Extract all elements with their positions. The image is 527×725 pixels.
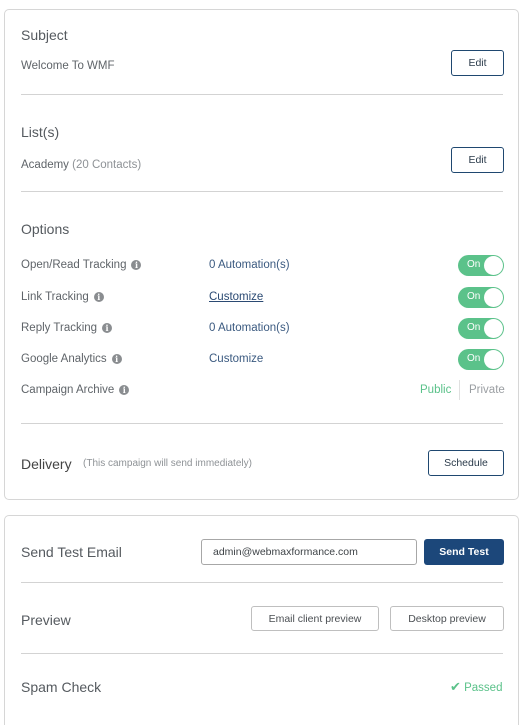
google-analytics-customize-link[interactable]: Customize [209,353,263,365]
preview-heading: Preview [21,612,71,628]
toggle-knob [484,256,503,275]
spam-check-status-text: Passed [464,682,503,694]
test-email-input[interactable] [201,539,417,565]
option-label-reply-tracking: Reply Tracking i [21,322,113,334]
divider [21,653,503,654]
link-tracking-customize-link[interactable]: Customize [209,291,263,303]
send-test-button[interactable]: Send Test [424,539,504,565]
list-contact-count: (20 Contacts) [72,159,142,171]
link-tracking-toggle[interactable]: On [458,287,504,308]
toggle-knob [484,288,503,307]
option-label-open-read-tracking: Open/Read Tracking i [21,259,142,271]
email-client-preview-button[interactable]: Email client preview [251,606,379,631]
checkmark-icon: ✔ [450,679,461,694]
option-label-link-tracking: Link Tracking i [21,291,104,303]
open-read-automations-link[interactable]: 0 Automation(s) [209,259,290,271]
schedule-button[interactable]: Schedule [428,450,504,476]
option-label-google-analytics: Google Analytics i [21,353,122,365]
info-icon[interactable]: i [111,354,122,364]
info-icon[interactable]: i [119,385,130,395]
toggle-knob [484,319,503,338]
spam-check-heading: Spam Check [21,679,102,695]
open-read-tracking-toggle[interactable]: On [458,255,504,276]
edit-lists-button[interactable]: Edit [451,147,504,173]
divider [21,582,503,583]
list-value: Academy (20 Contacts) [21,159,141,171]
divider [21,191,503,192]
spam-check-status: ✔ Passed [450,679,502,695]
test-preview-card: Send Test Email Send Test Preview Email … [4,515,519,725]
info-icon[interactable]: i [93,292,104,302]
reply-tracking-toggle[interactable]: On [458,318,504,339]
archive-public-option[interactable]: Public [420,384,451,396]
desktop-preview-button[interactable]: Desktop preview [390,606,504,631]
toggle-knob [484,350,503,369]
campaign-settings-card: Subject Welcome To WMF Edit List(s) Acad… [4,9,519,500]
delivery-heading: Delivery [21,456,72,472]
delivery-note: (This campaign will send immediately) [83,458,252,469]
list-name: Academy [21,159,69,171]
options-heading: Options [21,221,70,237]
info-icon[interactable]: i [131,260,142,270]
lists-heading: List(s) [21,124,60,140]
edit-subject-button[interactable]: Edit [451,50,504,76]
archive-option-separator [459,380,460,400]
divider [21,94,503,95]
send-test-heading: Send Test Email [21,544,122,560]
archive-private-option[interactable]: Private [469,384,505,396]
subject-value: Welcome To WMF [21,60,115,72]
option-label-campaign-archive: Campaign Archive i [21,384,130,396]
google-analytics-toggle[interactable]: On [458,349,504,370]
divider [21,423,503,424]
reply-automations-link[interactable]: 0 Automation(s) [209,322,290,334]
info-icon[interactable]: i [102,323,113,333]
subject-heading: Subject [21,27,68,43]
